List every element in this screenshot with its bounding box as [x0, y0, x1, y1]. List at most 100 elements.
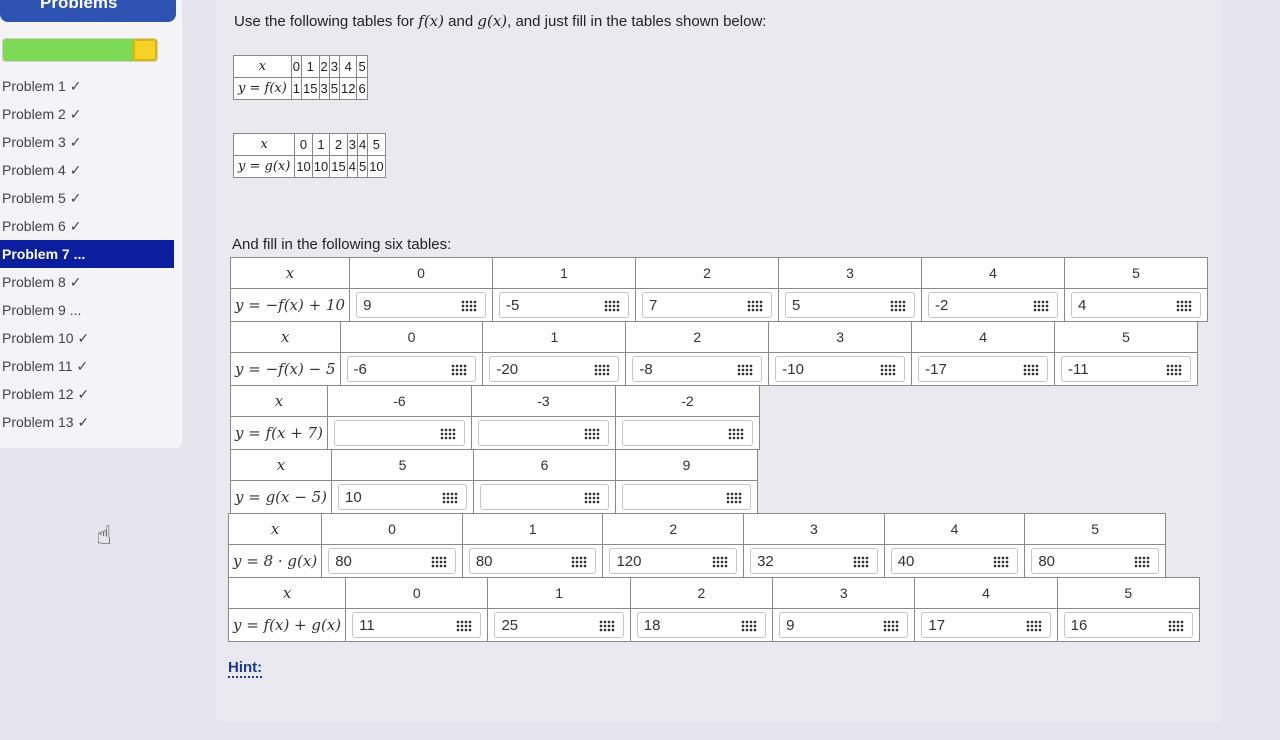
equation-editor-grid-icon[interactable]	[993, 556, 1010, 568]
equation-editor-grid-icon[interactable]	[712, 556, 729, 568]
sidebar-problem-9[interactable]: Problem 9 ...	[0, 296, 182, 324]
equation-editor-grid-icon[interactable]	[604, 300, 621, 312]
equation-editor-grid-icon[interactable]	[890, 300, 906, 312]
answer-input[interactable]	[616, 552, 701, 570]
equation-editor-grid-icon[interactable]	[852, 556, 869, 568]
equation-editor-grid-icon[interactable]	[1176, 300, 1192, 312]
answer-input[interactable]	[487, 488, 572, 506]
equation-editor-grid-icon[interactable]	[1023, 364, 1040, 376]
sidebar-problem-11[interactable]: Problem 11 ✓	[0, 352, 182, 380]
fill-table-f-x-plus-7: x -6 -3 -2 y = f(x + 7)	[230, 385, 761, 450]
answer-input[interactable]	[475, 552, 560, 570]
equation-editor-grid-icon[interactable]	[430, 556, 447, 568]
answer-input[interactable]	[792, 296, 878, 314]
equation-editor-grid-icon[interactable]	[747, 300, 764, 312]
equation-editor-grid-icon[interactable]	[726, 492, 742, 504]
equation-editor-grid-icon[interactable]	[741, 620, 758, 632]
equation-editor-grid-icon[interactable]	[584, 492, 600, 504]
equation-editor-grid-icon[interactable]	[880, 364, 897, 376]
fill-row-label: y = −f(x) + 10	[229, 288, 351, 322]
equation-editor-grid-icon[interactable]	[1134, 556, 1150, 568]
answer-box	[477, 420, 609, 446]
given-y-cell: 6	[356, 77, 368, 100]
answer-input[interactable]	[1038, 552, 1123, 570]
equation-editor-grid-icon[interactable]	[1168, 620, 1184, 632]
sidebar-problem-2[interactable]: Problem 2 ✓	[0, 100, 182, 128]
answer-box	[346, 356, 477, 382]
given-row-label: y = g(x)	[232, 155, 296, 178]
fill-table-g-x-minus-5: x569 y = g(x − 5)	[230, 449, 758, 514]
fill-table-neg-f-plus-10: x012345 y = −f(x) + 10	[229, 257, 1209, 322]
answer-input[interactable]	[757, 552, 841, 570]
equation-editor-grid-icon[interactable]	[1025, 620, 1042, 632]
answer-input[interactable]	[1077, 296, 1164, 314]
answer-input[interactable]	[1068, 360, 1154, 378]
given-y-cell: 5	[356, 155, 369, 178]
answer-input[interactable]	[629, 488, 714, 506]
answer-input[interactable]	[340, 424, 428, 442]
fill-x-cell: 4	[883, 513, 1026, 545]
equation-editor-grid-icon[interactable]	[451, 364, 468, 376]
answer-box	[333, 420, 465, 446]
answer-input[interactable]	[501, 616, 587, 634]
equation-editor-grid-icon[interactable]	[728, 428, 744, 440]
sidebar-problem-1[interactable]: Problem 1 ✓	[0, 72, 182, 100]
answer-input[interactable]	[363, 296, 449, 314]
answer-box	[480, 484, 609, 510]
answer-input[interactable]	[506, 296, 592, 314]
answer-input[interactable]	[935, 296, 1021, 314]
fill-x-cell: 1	[492, 257, 637, 289]
equation-editor-grid-icon[interactable]	[442, 492, 458, 504]
answer-input[interactable]	[782, 360, 868, 378]
equation-editor-grid-icon[interactable]	[598, 620, 615, 632]
given-y-cell: 12	[338, 77, 358, 100]
answer-input[interactable]	[484, 424, 572, 442]
answer-input[interactable]	[897, 552, 982, 570]
sidebar-problem-10[interactable]: Problem 10 ✓	[0, 324, 182, 352]
equation-editor-grid-icon[interactable]	[583, 428, 600, 440]
answer-input[interactable]	[643, 616, 729, 634]
answer-input[interactable]	[628, 424, 716, 442]
equation-editor-grid-icon[interactable]	[1166, 364, 1182, 376]
sidebar-problem-13[interactable]: Problem 13 ✓	[0, 408, 182, 436]
answer-input[interactable]	[359, 616, 445, 634]
fill-x-cell: 2	[629, 577, 774, 609]
answer-input[interactable]	[1070, 616, 1156, 634]
equation-editor-grid-icon[interactable]	[737, 364, 754, 376]
fill-header-x: x	[230, 321, 341, 353]
answer-input[interactable]	[925, 360, 1011, 378]
given-x-cell: 5	[356, 55, 368, 78]
sidebar-problem-12[interactable]: Problem 12 ✓	[0, 380, 182, 408]
equation-editor-grid-icon[interactable]	[461, 300, 478, 312]
equation-editor-grid-icon[interactable]	[456, 620, 473, 632]
answer-box	[499, 292, 630, 318]
sidebar-problem-5[interactable]: Problem 5 ✓	[0, 184, 182, 212]
answer-box	[494, 612, 624, 638]
progress-bar	[2, 38, 158, 62]
fill-row-label: y = f(x + 7)	[230, 416, 328, 450]
answer-box	[928, 292, 1058, 318]
answer-input[interactable]	[786, 616, 871, 634]
answer-input[interactable]	[639, 360, 725, 378]
equation-editor-grid-icon[interactable]	[439, 428, 456, 440]
sidebar-problem-6[interactable]: Problem 6 ✓	[0, 212, 182, 240]
answer-input[interactable]	[353, 360, 439, 378]
sidebar-problem-8[interactable]: Problem 8 ✓	[0, 268, 182, 296]
equation-editor-grid-icon[interactable]	[594, 364, 611, 376]
equation-editor-grid-icon[interactable]	[1032, 300, 1049, 312]
sidebar-problem-3[interactable]: Problem 3 ✓	[0, 128, 182, 156]
answer-input[interactable]	[345, 488, 430, 506]
equation-editor-grid-icon[interactable]	[883, 620, 900, 632]
fill-x-cell: 0	[349, 257, 494, 289]
answer-box	[1063, 612, 1193, 638]
sidebar-problem-7[interactable]: Problem 7 ...	[0, 240, 174, 268]
answer-input[interactable]	[335, 552, 419, 570]
equation-editor-grid-icon[interactable]	[571, 556, 588, 568]
answer-input[interactable]	[496, 360, 582, 378]
sidebar-problem-4[interactable]: Problem 4 ✓	[0, 156, 182, 184]
fill-x-cell: 2	[635, 257, 780, 289]
given-y-cell: 3	[318, 77, 330, 100]
answer-input[interactable]	[928, 616, 1014, 634]
answer-input[interactable]	[649, 296, 735, 314]
hint-link[interactable]: Hint:	[228, 659, 263, 678]
